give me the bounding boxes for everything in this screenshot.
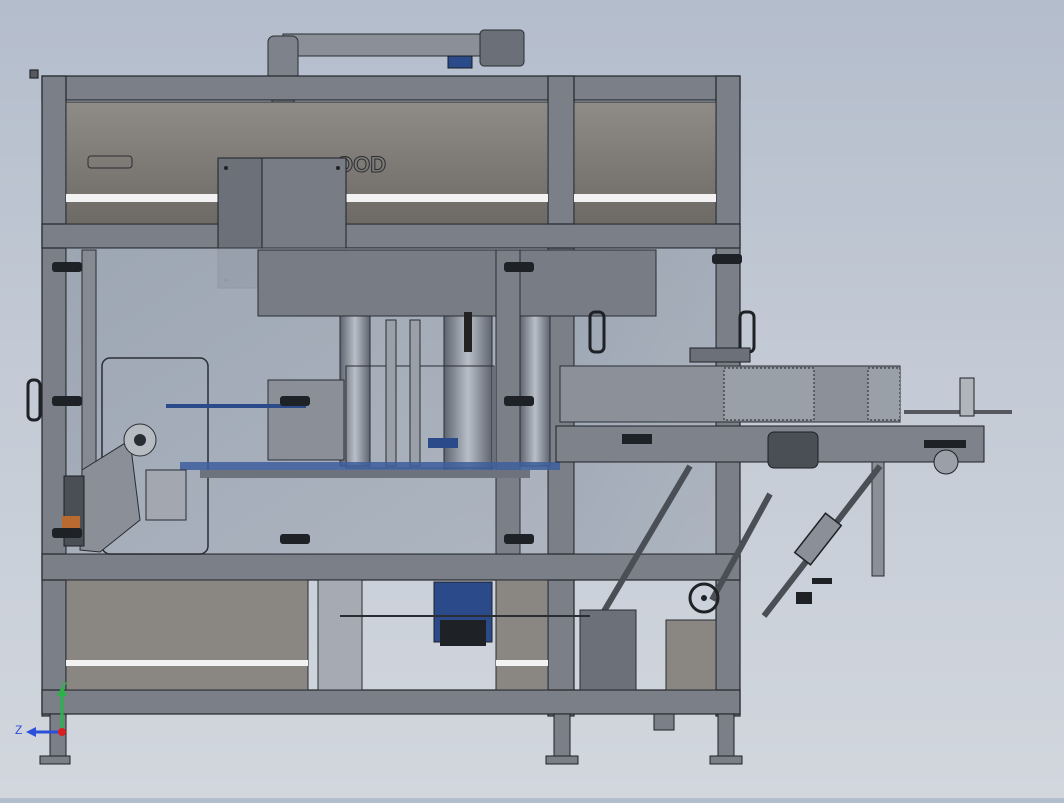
origin-point [58,728,66,736]
leveling-feet [39,713,743,765]
cad-viewport[interactable]: OOD Y Z [0,0,1064,798]
y-axis-label: Y [60,679,68,693]
handwheels[interactable] [688,578,832,614]
upper-panels: OOD [65,101,717,225]
machine-model[interactable]: OOD Y Z [0,0,1064,798]
lower-panels [65,579,717,691]
z-axis-label: Z [15,723,22,737]
